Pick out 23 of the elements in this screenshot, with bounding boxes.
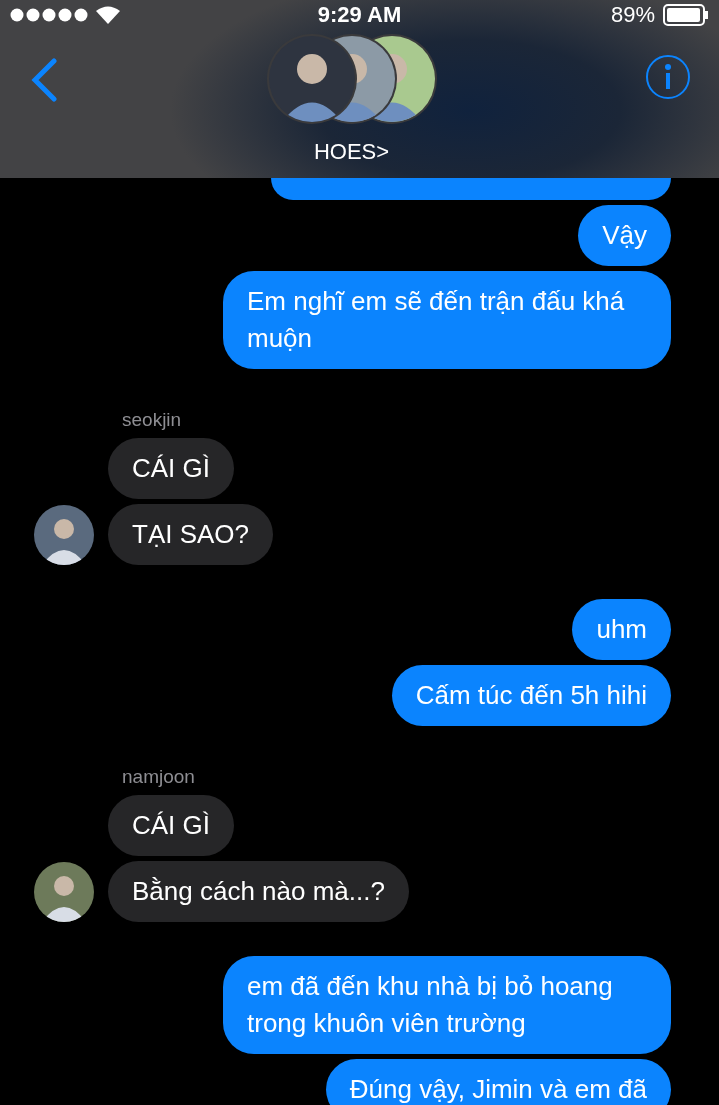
contact-avatar[interactable] bbox=[34, 505, 94, 565]
signal-icon bbox=[10, 8, 88, 22]
battery-percent: 89% bbox=[610, 2, 655, 28]
message-bubble: TẠI SAO? bbox=[108, 504, 274, 565]
message-bubble: em đã đến khu nhà bị bỏ hoang trong khuôn viên trường bbox=[223, 956, 671, 1054]
contact-avatar[interactable] bbox=[34, 862, 94, 922]
status-time: 9:29 AM bbox=[317, 2, 402, 28]
sender-name: seokjin bbox=[122, 409, 182, 431]
wifi-icon bbox=[96, 6, 120, 24]
battery-icon bbox=[663, 4, 709, 26]
message-bubble: Bằng cách nào mà...? bbox=[108, 861, 409, 922]
group-avatars-drawing[interactable] bbox=[265, 33, 438, 125]
conversation-title[interactable]: HOES> bbox=[313, 139, 390, 165]
back-icon[interactable] bbox=[30, 58, 58, 102]
message-bubble: Vậy bbox=[578, 205, 671, 266]
message-bubble: Cấm túc đến 5h hihi bbox=[391, 665, 671, 726]
sender-name: namjoon bbox=[122, 766, 195, 788]
message-bubble: CÁI GÌ bbox=[108, 795, 234, 856]
message-bubble: uhm bbox=[572, 599, 671, 660]
message-bubble: Em nghĩ em sẽ đến trận đấu khá muộn bbox=[223, 271, 671, 369]
info-icon[interactable] bbox=[645, 54, 691, 100]
message-bubble: Đúng vậy, Jimin và em đã bbox=[325, 1059, 671, 1105]
message-bubble: CÁI GÌ bbox=[108, 438, 234, 499]
